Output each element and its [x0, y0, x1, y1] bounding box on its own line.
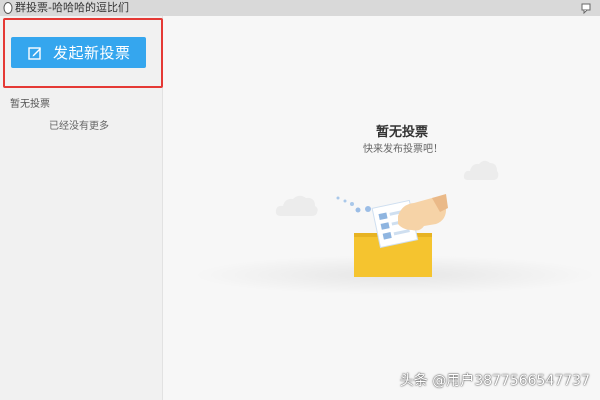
- floor-shadow: [190, 255, 600, 295]
- empty-state-title: 暂无投票: [376, 125, 429, 140]
- watermark: 头条 @用户3877566547737: [399, 373, 590, 389]
- dot-mark: [355, 207, 361, 213]
- qq-penguin-icon: [3, 2, 13, 14]
- edit-icon: [28, 46, 41, 60]
- window-title: 群投票-哈哈哈的逗比们: [15, 1, 129, 14]
- cloud-left-icon: [275, 195, 318, 216]
- sidebar: 发起新投票 暂无投票 已经没有更多: [0, 16, 163, 400]
- new-vote-label: 发起新投票: [53, 44, 131, 62]
- dot-mark: [365, 206, 371, 212]
- hand-icon: [398, 197, 447, 231]
- wrist-shade: [432, 194, 448, 212]
- new-vote-button[interactable]: 发起新投票: [11, 37, 146, 68]
- no-more-text: 已经没有更多: [49, 121, 109, 132]
- dot-mark: [336, 196, 340, 200]
- feedback-icon[interactable]: [580, 2, 592, 14]
- ballot-card: [371, 199, 419, 249]
- ballot-box-rim: [354, 233, 432, 237]
- dot-mark: [350, 202, 354, 206]
- cloud-right-icon: [463, 160, 499, 180]
- dot-mark: [343, 199, 347, 203]
- sidebar-empty-title: 暂无投票: [10, 99, 50, 110]
- title-bar: 群投票-哈哈哈的逗比们: [0, 0, 600, 16]
- empty-state-subtitle: 快来发布投票吧！: [363, 144, 443, 155]
